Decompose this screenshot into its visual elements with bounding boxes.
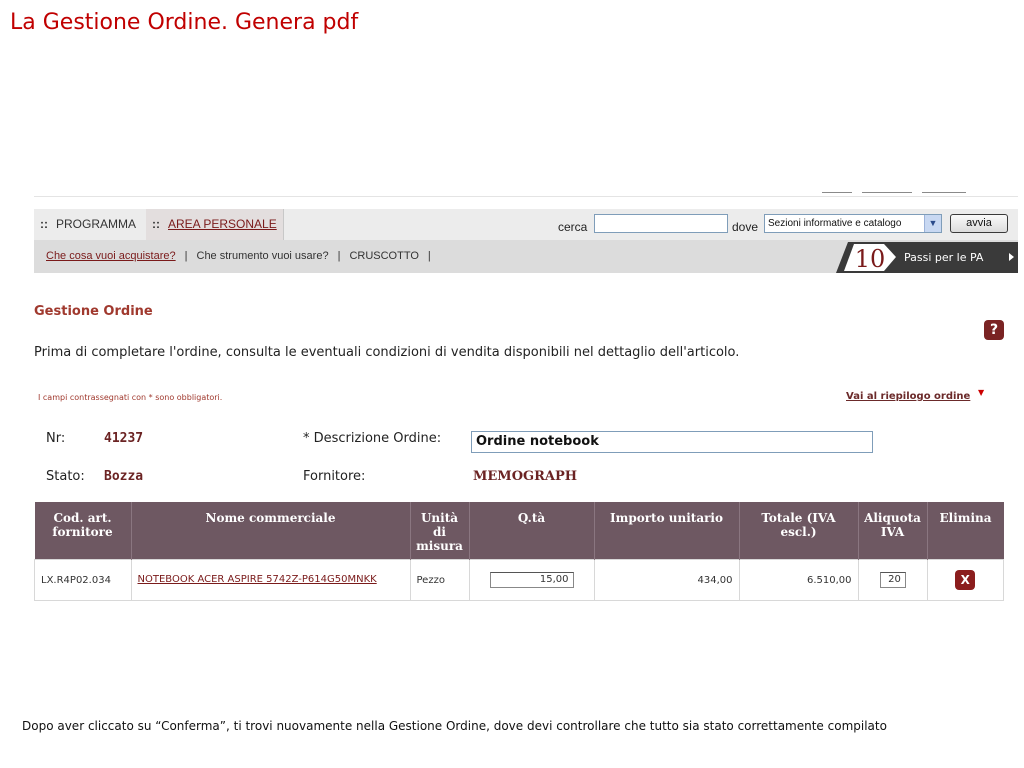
col-header-vat: Aliquota IVA: [858, 502, 928, 560]
cell-code: LX.R4P02.034: [34, 559, 132, 601]
banner-number: 10: [855, 245, 886, 273]
description-input[interactable]: Ordine notebook: [471, 431, 873, 453]
supplier-label: Fornitore:: [303, 469, 366, 484]
banner-text: Passi per le PA: [904, 251, 984, 264]
nr-label: Nr:: [46, 431, 66, 446]
top-divider-mark: [822, 192, 852, 193]
table-row: LX.R4P02.034 NOTEBOOK ACER ASPIRE 5742Z-…: [34, 559, 1004, 601]
product-link[interactable]: NOTEBOOK ACER ASPIRE 5742Z-P614G50MNKK: [138, 574, 377, 586]
nr-value: 41237: [104, 431, 144, 446]
top-divider-mark: [862, 192, 912, 193]
quantity-input[interactable]: 15,00: [489, 572, 574, 588]
tab-label: AREA PERSONALE: [168, 217, 277, 231]
search-input[interactable]: [594, 214, 728, 233]
status-label: Stato:: [46, 469, 85, 484]
ten-steps-banner[interactable]: 10 Passi per le PA: [818, 240, 1018, 273]
cell-unit-price: 434,00: [593, 559, 740, 601]
search-label: cerca: [558, 220, 588, 234]
order-items-table: Cod. art. fornitore Nome commerciale Uni…: [34, 502, 1004, 601]
separator: |: [184, 250, 188, 262]
where-select[interactable]: Sezioni informative e catalogo ▼: [764, 214, 942, 233]
cell-vat: 20: [857, 559, 928, 601]
tab-area-personale[interactable]: :: AREA PERSONALE: [146, 209, 284, 240]
subnav-link-cruscotto[interactable]: CRUSCOTTO: [349, 250, 418, 262]
subnav-link-strumento[interactable]: Che strumento vuoi usare?: [197, 250, 329, 262]
col-header-name: Nome commerciale: [131, 502, 411, 560]
tab-label: PROGRAMMA: [56, 217, 137, 231]
summary-link[interactable]: Vai al riepilogo ordine: [846, 391, 970, 402]
col-header-code: Cod. art. fornitore: [34, 502, 132, 560]
where-select-value: Sezioni informative e catalogo: [768, 218, 902, 229]
section-title: Gestione Ordine: [34, 304, 153, 319]
table-header-row: Cod. art. fornitore Nome commerciale Uni…: [34, 502, 1004, 560]
vat-input[interactable]: 20: [879, 572, 906, 588]
subnav-link-acquistare[interactable]: Che cosa vuoi acquistare?: [46, 250, 176, 262]
slide-caption: Dopo aver cliccato su “Conferma”, ti tro…: [22, 719, 887, 733]
status-value: Bozza: [104, 469, 144, 484]
sub-navbar: Che cosa vuoi acquistare? | Che strumento …: [34, 240, 1018, 273]
chevron-down-icon[interactable]: ▼: [924, 215, 941, 232]
col-header-unit-price: Importo unitario: [594, 502, 740, 560]
cell-total: 6.510,00: [738, 559, 859, 601]
where-label: dove: [732, 220, 759, 234]
bullet-icon: ::: [152, 217, 160, 231]
description-label: * Descrizione Ordine:: [303, 431, 442, 446]
separator: |: [427, 250, 431, 262]
help-icon[interactable]: ?: [984, 320, 1004, 340]
supplier-value: MEMOGRAPH: [473, 469, 578, 484]
col-header-delete: Elimina: [927, 502, 1004, 560]
cell-name: NOTEBOOK ACER ASPIRE 5742Z-P614G50MNKK: [130, 559, 411, 601]
go-button[interactable]: avvia: [950, 214, 1008, 233]
delete-icon[interactable]: X: [955, 570, 976, 590]
bullet-icon: ::: [40, 217, 48, 231]
top-navbar: :: PROGRAMMA :: AREA PERSONALE cerca dove …: [34, 209, 1018, 240]
top-divider: [34, 196, 1018, 197]
intro-text: Prima di completare l'ordine, consulta l…: [34, 345, 740, 360]
caret-down-icon: ▼: [978, 388, 985, 397]
top-divider-mark: [922, 192, 966, 193]
separator: |: [337, 250, 341, 262]
required-fields-note: I campi contrassegnati con * sono obblig…: [38, 393, 223, 402]
col-header-unit: Unità di misura: [410, 502, 470, 560]
col-header-total: Totale (IVA escl.): [739, 502, 859, 560]
col-header-qty: Q.tà: [469, 502, 595, 560]
slide-title: La Gestione Ordine. Genera pdf: [10, 10, 359, 35]
cell-unit: Pezzo: [409, 559, 470, 601]
tab-programma[interactable]: :: PROGRAMMA: [34, 209, 152, 240]
cell-delete: X: [926, 559, 1004, 601]
cell-qty: 15,00: [468, 559, 595, 601]
